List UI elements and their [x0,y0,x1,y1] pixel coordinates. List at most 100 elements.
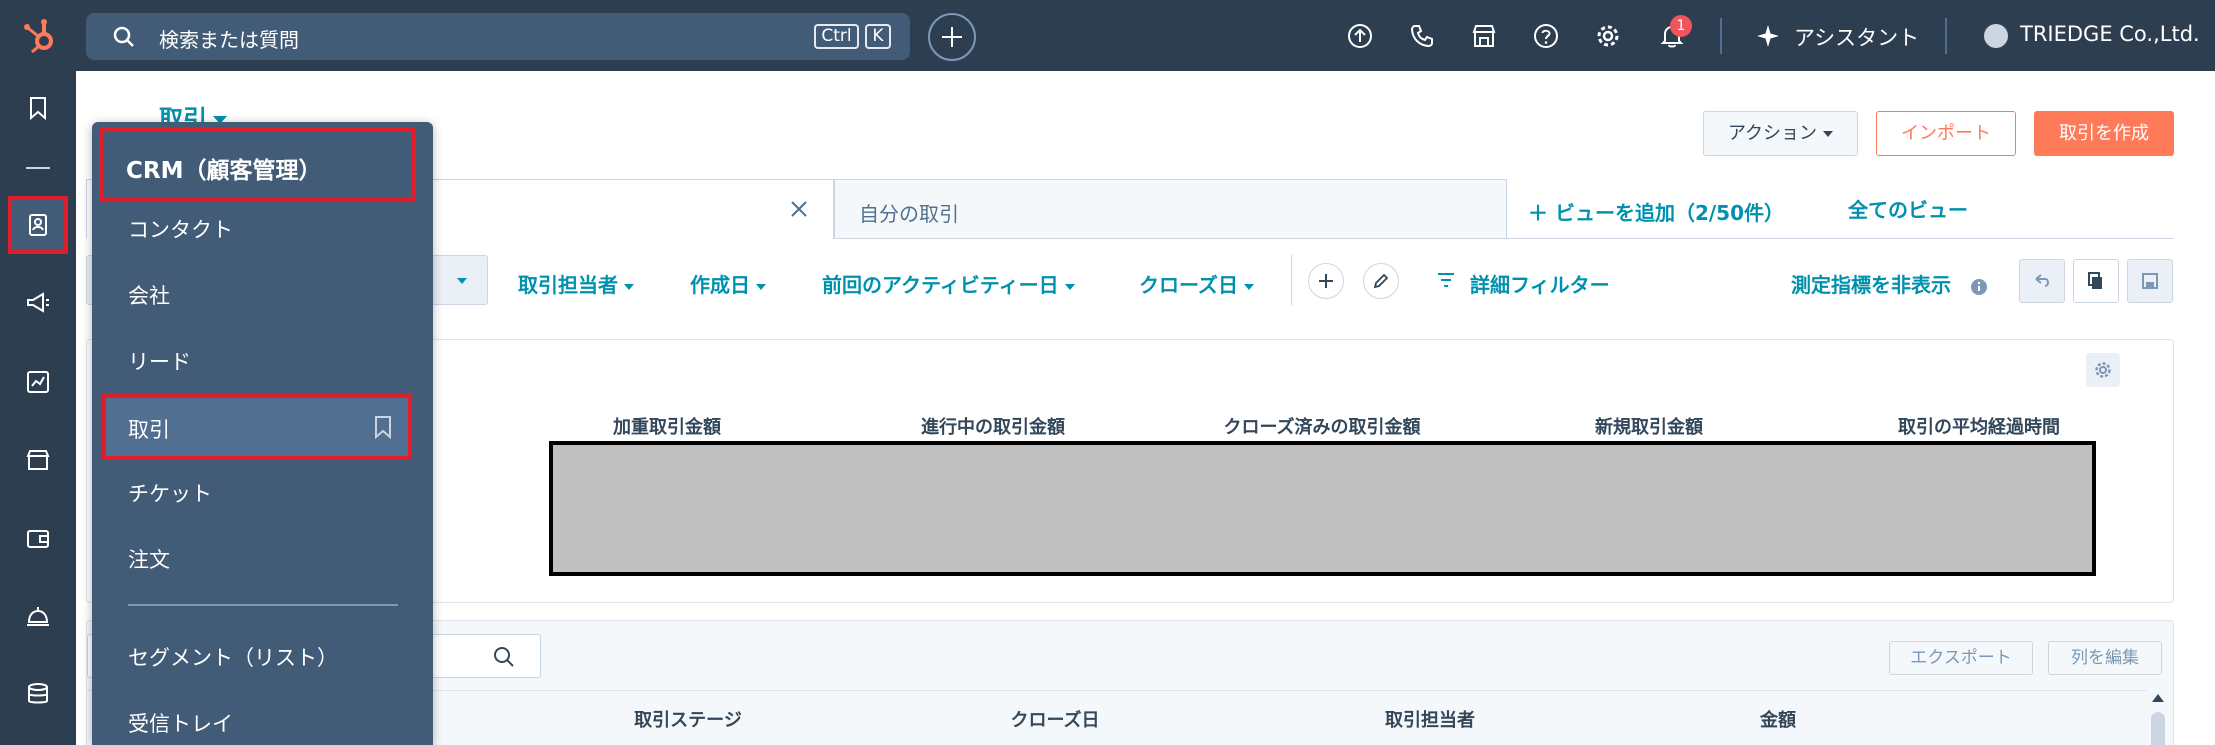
filter-create-date-label: 作成日 [690,273,750,297]
chevron-down-icon [1064,283,1075,290]
settings-gear-icon[interactable] [1595,23,1621,49]
hubspot-logo-icon[interactable] [16,12,64,60]
edit-filters-button[interactable] [1363,263,1399,299]
gear-icon [2095,362,2111,378]
search-icon [113,26,134,47]
close-icon[interactable] [787,197,811,221]
marketplace-icon[interactable] [1471,23,1497,49]
shortcut-k-key: K [865,24,891,49]
help-icon[interactable] [1533,23,1559,49]
reports-icon[interactable] [25,369,51,395]
scrollbar-thumb[interactable] [2151,712,2165,745]
chevron-down-icon [756,283,766,290]
copy-view-button[interactable] [2073,259,2119,303]
pencil-icon [1373,273,1389,289]
menu-item-segments[interactable]: セグメント（リスト） [128,642,338,672]
topbar-divider [1720,18,1722,54]
filter-create-date[interactable]: 作成日 [690,269,766,298]
add-view-button[interactable]: ＋ ビューを追加（2/50件） [1528,197,1784,226]
tab-my-deals-label: 自分の取引 [859,202,959,226]
save-view-button[interactable] [2127,259,2173,303]
chevron-down-icon [457,278,467,284]
filter-last-activity-label: 前回のアクティビティー日 [822,273,1059,297]
menu-item-inbox[interactable]: 受信トレイ [128,708,233,738]
save-disk-icon [2142,273,2158,289]
wallet-icon[interactable] [25,525,51,551]
redacted-metrics-area [549,441,2096,576]
upgrade-icon[interactable] [1347,23,1373,49]
hide-metrics-toggle[interactable]: 測定指標を非表示 [1791,269,1988,298]
column-header[interactable]: 金額 [1760,706,1796,732]
actions-dropdown-button[interactable]: アクション [1703,111,1858,156]
filter-deal-owner[interactable]: 取引担当者 [518,269,634,298]
menu-item-leads[interactable]: リード [128,346,191,376]
search-icon [494,647,514,667]
megaphone-icon[interactable] [25,290,51,316]
add-filter-button[interactable] [1308,263,1344,299]
filter-close-date[interactable]: クローズ日 [1139,269,1254,298]
chevron-down-icon [1823,131,1834,137]
top-navigation-bar: 検索または質問 Ctrl K 1 アシスタント TRIEDGE Co.,Ltd. [0,0,2215,71]
plus-icon [1319,274,1333,288]
metric-header: クローズ済みの取引金額 [1223,417,1421,438]
all-views-link[interactable]: 全てのビュー [1848,194,1968,223]
filter-lines-icon [1438,273,1454,287]
search-placeholder: 検索または質問 [159,28,299,52]
account-name: TRIEDGE Co.,Ltd. [2020,22,2200,46]
menu-item-deals-label: 取引 [128,418,170,442]
topbar-divider [1945,18,1947,54]
metrics-settings-button[interactable] [2086,353,2120,387]
metric-header: 新規取引金額 [1595,417,1703,438]
import-button[interactable]: インポート [1876,111,2016,156]
edit-columns-button[interactable]: 列を編集 [2048,641,2162,675]
undo-button[interactable] [2019,259,2065,303]
undo-icon [2035,274,2049,287]
sparkle-icon [1757,25,1779,47]
copy-icon [2088,272,2102,289]
account-avatar [1984,24,2008,48]
crm-flyout-menu: CRM（顧客管理） コンタクト 会社 リード 取引 チケット 注文 セグメント（… [92,122,433,745]
metric-header: 加重取引金額 [613,417,721,438]
quick-create-button[interactable] [928,13,976,61]
menu-divider [128,604,398,606]
phone-icon[interactable] [1409,23,1435,49]
create-deal-button[interactable]: 取引を作成 [2034,111,2174,156]
menu-item-companies[interactable]: 会社 [128,280,170,310]
shortcut-ctrl-key: Ctrl [814,24,859,49]
column-header[interactable]: 取引ステージ [634,706,742,732]
column-header[interactable]: クローズ日 [1010,706,1099,732]
bookmark-icon[interactable] [373,415,393,439]
commerce-store-icon[interactable] [25,447,51,473]
crm-menu-title: CRM（顧客管理） [126,158,322,184]
contacts-book-icon[interactable] [25,212,51,238]
assistant-label: アシスタント [1794,26,1920,50]
rail-divider [26,167,50,169]
info-icon [1970,278,1987,295]
metric-header: 取引の平均経過時間 [1898,417,2060,438]
crm-menu-title-highlight: CRM（顧客管理） [99,127,416,202]
metric-header: 進行中の取引金額 [921,417,1065,438]
left-navigation-rail [0,71,76,745]
export-button[interactable]: エクスポート [1889,641,2033,675]
notification-count-badge: 1 [1670,15,1692,37]
chevron-down-icon [624,283,634,290]
bookmark-icon[interactable] [25,95,51,121]
scroll-up-arrow-icon[interactable] [2152,694,2164,702]
advanced-filters-button[interactable]: 詳細フィルター [1470,269,1610,298]
filter-last-activity-date[interactable]: 前回のアクティビティー日 [822,269,1075,298]
column-header[interactable]: 取引担当者 [1385,706,1475,732]
menu-item-orders[interactable]: 注文 [128,544,170,574]
table-scrollbar[interactable] [2148,690,2168,745]
menu-item-tickets[interactable]: チケット [128,478,212,508]
service-bell-icon[interactable] [25,603,51,629]
filter-deal-owner-label: 取引担当者 [518,273,618,297]
filter-divider [1291,255,1292,305]
menu-item-deals[interactable]: 取引 [102,394,412,460]
menu-item-contacts[interactable]: コンタクト [128,214,233,244]
hide-metrics-label: 測定指標を非表示 [1791,273,1951,297]
global-search-input[interactable]: 検索または質問 Ctrl K [86,13,910,60]
database-icon[interactable] [25,681,51,707]
chevron-down-icon [1244,283,1254,290]
tab-my-deals[interactable]: 自分の取引 [834,179,1507,239]
actions-label: アクション [1727,123,1818,144]
